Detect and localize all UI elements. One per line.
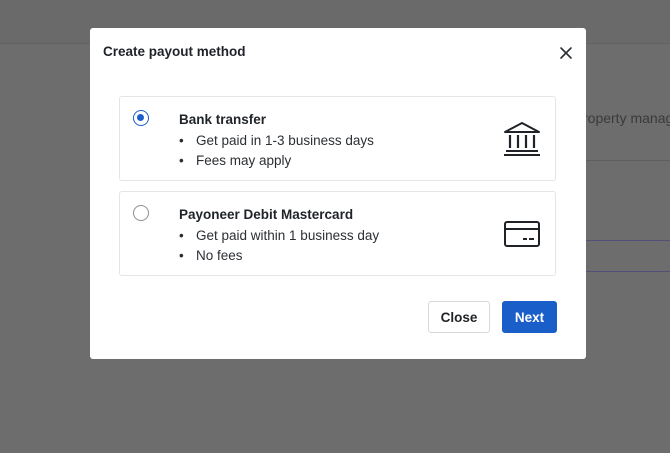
list-item: Get paid within 1 business day (179, 226, 379, 246)
next-button[interactable]: Next (502, 301, 557, 333)
option-bullets: Get paid within 1 business day No fees (179, 226, 379, 266)
payout-method-dialog: Create payout method Bank transfer Get p… (90, 28, 586, 359)
background-divider (586, 240, 670, 241)
option-bank-transfer[interactable]: Bank transfer Get paid in 1-3 business d… (119, 96, 556, 181)
dialog-title: Create payout method (103, 44, 246, 59)
list-item: No fees (179, 246, 379, 266)
radio-payoneer-card[interactable] (133, 205, 149, 221)
bank-icon (502, 121, 542, 157)
radio-bank-transfer[interactable] (133, 110, 149, 126)
background-divider (586, 271, 670, 272)
close-icon[interactable] (556, 43, 576, 63)
card-icon (502, 216, 542, 252)
option-payoneer-card[interactable]: Payoneer Debit Mastercard Get paid withi… (119, 191, 556, 276)
list-item: Fees may apply (179, 151, 374, 171)
list-item: Get paid in 1-3 business days (179, 131, 374, 151)
option-title: Bank transfer (179, 112, 267, 127)
background-divider (586, 160, 670, 161)
close-button[interactable]: Close (428, 301, 490, 333)
background-text: roperty manag (583, 110, 670, 126)
option-bullets: Get paid in 1-3 business days Fees may a… (179, 131, 374, 171)
option-title: Payoneer Debit Mastercard (179, 207, 354, 222)
